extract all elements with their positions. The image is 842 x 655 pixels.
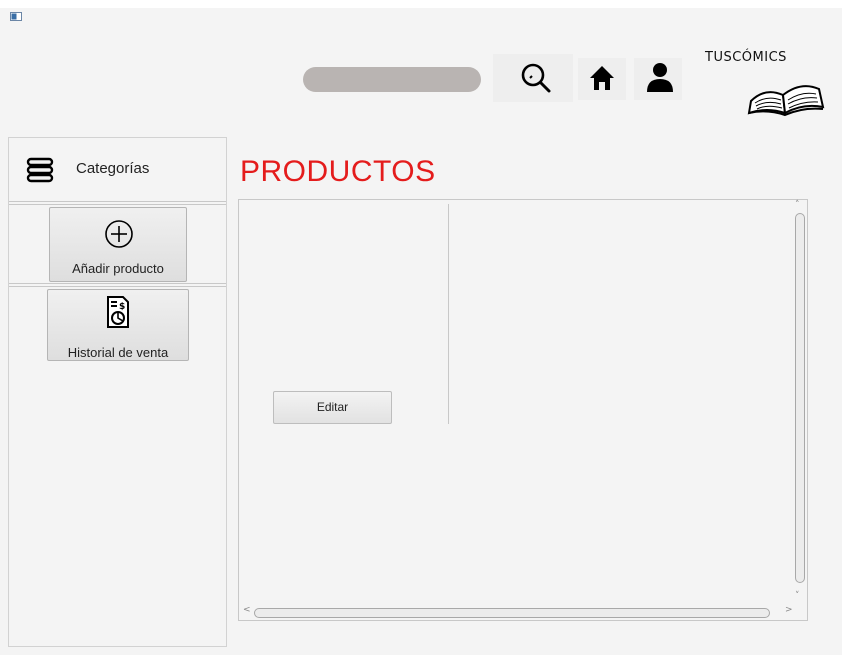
sidebar: Categorías Añadir producto $ Historial d… [8,137,227,647]
search-input[interactable] [303,67,481,92]
scroll-right-icon[interactable]: > [785,605,793,615]
brand-name: TUSCÓMICS [705,50,787,65]
plus-circle-icon [105,220,133,248]
app-window: TUSCÓMICS Categorías Añadir producto $ H… [0,0,842,655]
search-button[interactable] [493,54,573,102]
add-product-label: Añadir producto [72,261,164,276]
vertical-scrollbar[interactable]: ˄ ˅ [793,200,806,606]
user-button[interactable] [634,58,682,100]
sales-history-label: Historial de venta [67,345,169,360]
window-icon [10,12,22,21]
divider [9,283,226,287]
categories-label: Categorías [76,160,150,177]
scroll-up-icon[interactable]: ˄ [795,200,800,210]
svg-text:$: $ [119,302,125,312]
add-product-button[interactable]: Añadir producto [49,207,187,282]
stack-menu-icon [26,157,54,183]
user-icon [647,63,673,92]
home-button[interactable] [578,58,626,100]
divider [9,201,226,205]
edit-button[interactable]: Editar [273,391,392,424]
title-bar [0,0,842,8]
invoice-chart-icon: $ [107,296,129,328]
home-icon [590,66,614,90]
products-panel: Editar ˄ ˅ < > [238,199,808,621]
column-divider [448,204,449,424]
categories-menu[interactable]: Categorías [9,138,226,201]
horizontal-scrollbar[interactable]: < > [240,605,793,619]
scroll-left-icon[interactable]: < [243,605,251,615]
search-icon [521,63,551,93]
horizontal-scroll-thumb[interactable] [254,608,770,618]
sales-history-button[interactable]: $ Historial de venta [47,289,189,361]
vertical-scroll-thumb[interactable] [795,213,805,583]
scroll-down-icon[interactable]: ˅ [795,591,800,601]
open-book-icon [747,85,825,117]
page-title: PRODUCTOS [240,155,436,188]
